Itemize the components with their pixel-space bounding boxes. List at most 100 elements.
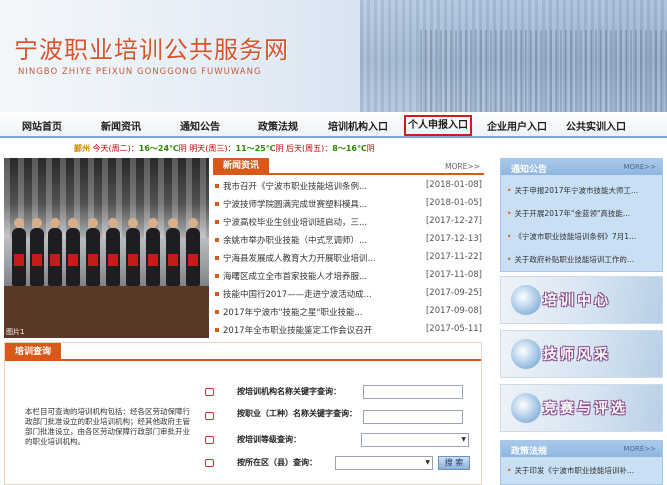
notice-item[interactable]: 关于开展2017年"金蓝领"高技能...	[507, 208, 659, 219]
news-item[interactable]: 宁波技师学院圆满完成世赛塑料模具... [2018-01-05]	[213, 197, 484, 212]
news-item-title[interactable]: 宁波技师学院圆满完成世赛塑料模具...	[223, 198, 423, 210]
nav-item-notices[interactable]: 通知公告	[180, 118, 220, 133]
news-item[interactable]: 2017年全市职业技能鉴定工作会议召开 [2017-05-11]	[213, 323, 484, 338]
news-item[interactable]: 2017年宁波市"技能之星"职业技能... [2017-09-08]	[213, 305, 484, 320]
news-item-title[interactable]: 2017年全市职业技能鉴定工作会议召开	[223, 324, 423, 336]
news-item-title[interactable]: 技能中国行2017——走进宁波活动成...	[223, 288, 423, 300]
bullet-icon	[215, 310, 219, 314]
bullet-icon	[215, 274, 219, 278]
weather-tomorrow-cond: 阴	[275, 144, 284, 153]
news-item[interactable]: 技能中国行2017——走进宁波活动成... [2017-09-25]	[213, 287, 484, 302]
institution-name-input[interactable]	[363, 385, 463, 399]
news-item-title[interactable]: 海曙区成立全市首家技能人才培养服...	[223, 270, 423, 282]
promo-orb-icon	[511, 285, 541, 315]
link-icon	[205, 436, 214, 444]
nav-item-policies[interactable]: 政策法规	[258, 118, 298, 133]
news-panel: 新闻资讯 MORE>> 我市召开《宁波市职业技能培训条例... [2018-01-…	[213, 158, 484, 340]
news-item-date: [2017-12-27]	[425, 216, 482, 226]
query-row-level: 按培训等级查询：	[205, 433, 480, 449]
news-more-link[interactable]: MORE>>	[445, 162, 480, 171]
notice-more-link[interactable]: MORE>>	[623, 163, 656, 171]
photo-certificate	[32, 254, 42, 266]
laws-title: 政策法规	[511, 447, 548, 457]
nav-item-enterprise-entry[interactable]: 企业用户入口	[487, 118, 547, 133]
query-label: 按职业（工种）名称关键字查询：	[237, 409, 357, 418]
news-item[interactable]: 余姚市举办职业技能（中式烹调师）... [2017-12-13]	[213, 233, 484, 248]
site-title: 宁波职业培训公共服务网	[14, 36, 289, 64]
query-row-institution: 按培训机构名称关键字查询：	[205, 385, 480, 401]
nav-item-news[interactable]: 新闻资讯	[101, 118, 141, 133]
photo-certificate	[188, 254, 198, 266]
photo-certificate	[50, 254, 60, 266]
news-photo[interactable]: 图片1	[4, 158, 209, 338]
news-item[interactable]: 海曙区成立全市首家技能人才培养服... [2017-11-08]	[213, 269, 484, 284]
nav-item-personal-entry[interactable]: 个人申报入口	[404, 115, 472, 136]
news-header: 新闻资讯 MORE>>	[213, 158, 484, 175]
search-button[interactable]: 搜 索	[438, 456, 470, 470]
news-item-title[interactable]: 宁海县发展成人教育大力开展职业培训...	[223, 252, 423, 264]
promo-label: 技师风采	[543, 347, 611, 363]
laws-panel: 政策法规 MORE>> 关于印发《宁波市职业技能培训补...	[500, 440, 663, 485]
promo-competition[interactable]: 竞赛与评选	[500, 384, 663, 432]
query-title: 培训查询	[5, 343, 62, 361]
banner-crowd-overlay	[420, 30, 667, 112]
nav-item-home[interactable]: 网站首页	[22, 118, 62, 133]
news-title: 新闻资讯	[213, 158, 270, 175]
news-item-date: [2018-01-05]	[425, 198, 482, 208]
news-item-title[interactable]: 我市召开《宁波市职业技能培训条例...	[223, 180, 423, 192]
weather-after-temp: 8～16℃	[332, 144, 367, 153]
news-item-title[interactable]: 余姚市举办职业技能（中式烹调师）...	[223, 234, 423, 246]
news-item-title[interactable]: 2017年宁波市"技能之星"职业技能...	[223, 306, 423, 318]
news-item-date: [2017-09-25]	[425, 288, 482, 298]
training-level-select[interactable]	[361, 433, 469, 447]
photo-caption: 图片1	[6, 328, 25, 336]
news-item-date: [2017-09-08]	[425, 306, 482, 316]
promo-label: 培训中心	[543, 293, 611, 309]
bullet-icon	[215, 220, 219, 224]
notice-header: 通知公告 MORE>>	[501, 159, 662, 175]
promo-technician-showcase[interactable]: 技师风采	[500, 330, 663, 378]
query-panel: 培训查询 本栏目可查询的培训机构包括：经各区劳动保障行政部门批准设立的职业培训机…	[4, 342, 482, 485]
photo-certificate	[168, 254, 178, 266]
news-item-date: [2017-12-13]	[425, 234, 482, 244]
photo-certificate	[128, 254, 138, 266]
laws-item[interactable]: 关于印发《宁波市职业技能培训补...	[507, 465, 659, 476]
news-item-title[interactable]: 宁波高校毕业生创业培训班启动，三...	[223, 216, 423, 228]
weather-tomorrow-label: 明天(周三)：	[189, 144, 236, 153]
notice-item[interactable]: 《宁波市职业技能培训条例》7月1...	[507, 231, 659, 242]
weather-city: 鄞州	[74, 144, 90, 153]
news-item[interactable]: 我市召开《宁波市职业技能培训条例... [2018-01-08]	[213, 179, 484, 194]
nav-item-institution-entry[interactable]: 培训机构入口	[328, 118, 388, 133]
weather-after-cond: 阴	[366, 144, 375, 153]
query-description: 本栏目可查询的培训机构包括：经各区劳动保障行政部门批准设立的职业培训机构；经其他…	[25, 407, 190, 446]
photo-floor	[4, 286, 209, 338]
weather-today-label: 今天(周二)：	[92, 144, 139, 153]
notice-item[interactable]: 关于申报2017年宁波市技能大师工...	[507, 185, 659, 196]
query-row-district: 按所在区（县）查询： 搜 索	[205, 456, 480, 472]
query-label: 按培训机构名称关键字查询：	[237, 387, 341, 396]
notice-item[interactable]: 关于政府补贴职业技能培训工作的...	[507, 254, 659, 265]
district-select[interactable]	[335, 456, 433, 470]
news-item-date: [2017-05-11]	[425, 324, 482, 334]
bullet-icon	[215, 328, 219, 332]
photo-certificate	[14, 254, 24, 266]
bullet-icon	[215, 256, 219, 260]
news-item[interactable]: 宁波高校毕业生创业培训班启动，三... [2017-12-27]	[213, 215, 484, 230]
promo-training-center[interactable]: 培训中心	[500, 276, 663, 324]
occupation-name-input[interactable]	[363, 410, 463, 424]
laws-more-link[interactable]: MORE>>	[623, 445, 656, 453]
news-item-date: [2017-11-08]	[425, 270, 482, 280]
notice-title: 通知公告	[511, 165, 548, 175]
photo-certificate	[88, 254, 98, 266]
news-item[interactable]: 宁海县发展成人教育大力开展职业培训... [2017-11-22]	[213, 251, 484, 266]
main-nav: 网站首页 新闻资讯 通知公告 政策法规 培训机构入口 个人申报入口 企业用户入口…	[0, 112, 667, 138]
weather-tomorrow-temp: 11～25℃	[235, 144, 276, 153]
query-header: 培训查询	[5, 343, 481, 361]
nav-item-training-entry[interactable]: 公共实训入口	[566, 118, 626, 133]
photo-certificate	[68, 254, 78, 266]
link-icon	[205, 412, 214, 420]
header-banner: 宁波职业培训公共服务网 NINGBO ZHIYE PEIXUN GONGGONG…	[0, 0, 667, 112]
site-subtitle: NINGBO ZHIYE PEIXUN GONGGONG FUWUWANG	[18, 67, 262, 77]
query-label: 按培训等级查询：	[237, 435, 301, 444]
bullet-icon	[215, 184, 219, 188]
